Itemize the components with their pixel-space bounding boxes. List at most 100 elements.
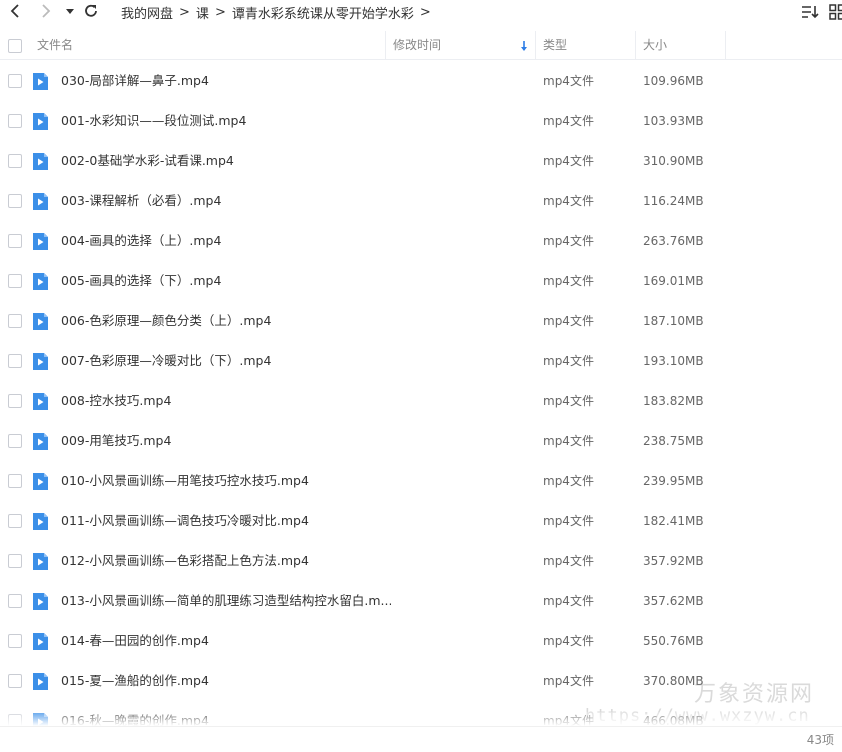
file-name[interactable]: 010-小风景画训练—用笔技巧控水技巧.mp4 [61, 461, 391, 501]
breadcrumb-item[interactable]: 我的网盘 [121, 3, 173, 22]
file-name[interactable]: 007-色彩原理—冷暖对比（下）.mp4 [61, 341, 391, 381]
row-checkbox[interactable] [8, 74, 22, 88]
sort-descending-icon[interactable] [519, 38, 529, 52]
row-checkbox[interactable] [8, 154, 22, 168]
file-size: 193.10MB [643, 341, 704, 381]
forward-arrow-icon[interactable] [36, 2, 54, 20]
status-bar: 43项 [0, 726, 842, 752]
file-name[interactable]: 012-小风景画训练—色彩搭配上色方法.mp4 [61, 541, 391, 581]
file-name[interactable]: 015-夏—渔船的创作.mp4 [61, 661, 391, 701]
column-header-modified[interactable]: 修改时间 [393, 31, 441, 59]
video-file-icon [32, 672, 49, 691]
video-file-icon [32, 512, 49, 531]
row-checkbox[interactable] [8, 474, 22, 488]
file-row[interactable]: 008-控水技巧.mp4 mp4文件 183.82MB [0, 381, 842, 421]
file-name[interactable]: 008-控水技巧.mp4 [61, 381, 391, 421]
column-header-type[interactable]: 类型 [543, 31, 567, 59]
file-size: 116.24MB [643, 181, 704, 221]
row-checkbox[interactable] [8, 114, 22, 128]
column-divider[interactable] [535, 31, 536, 59]
row-checkbox[interactable] [8, 674, 22, 688]
row-checkbox[interactable] [8, 514, 22, 528]
video-file-icon [32, 232, 49, 251]
file-type: mp4文件 [543, 381, 594, 421]
file-name[interactable]: 030-局部详解—鼻子.mp4 [61, 61, 391, 101]
video-file-icon [32, 472, 49, 491]
row-checkbox[interactable] [8, 354, 22, 368]
row-checkbox[interactable] [8, 394, 22, 408]
file-name[interactable]: 009-用笔技巧.mp4 [61, 421, 391, 461]
file-name[interactable]: 002-0基础学水彩-试看课.mp4 [61, 141, 391, 181]
file-row[interactable]: 014-春—田园的创作.mp4mp4文件550.76MB [0, 621, 842, 661]
breadcrumb-item[interactable]: 课 [196, 3, 209, 22]
row-checkbox[interactable] [8, 554, 22, 568]
file-size: 357.62MB [643, 581, 704, 621]
row-checkbox[interactable] [8, 634, 22, 648]
row-checkbox[interactable] [8, 194, 22, 208]
file-name[interactable]: 004-画具的选择（上）.mp4 [61, 221, 391, 261]
file-row[interactable]: 001-水彩知识——段位测试.mp4mp4文件103.93MB [0, 101, 842, 141]
video-file-icon [32, 152, 49, 171]
file-row[interactable]: 006-色彩原理—颜色分类（上）.mp4 mp4文件 187.10MB [0, 301, 842, 341]
file-size: 182.41MB [643, 501, 704, 541]
video-file-icon [32, 552, 49, 571]
video-file-icon [32, 432, 49, 451]
file-row[interactable]: 007-色彩原理—冷暖对比（下）.mp4 mp4文件 193.10MB [0, 341, 842, 381]
column-header-name[interactable]: 文件名 [37, 31, 73, 59]
file-size: 239.95MB [643, 461, 704, 501]
grid-view-icon[interactable] [828, 3, 842, 21]
file-name[interactable]: 001-水彩知识——段位测试.mp4 [61, 101, 391, 141]
back-arrow-icon[interactable] [7, 2, 25, 20]
file-name[interactable]: 013-小风景画训练—简单的肌理练习造型结构控水留白.m... [61, 581, 391, 621]
column-header: 文件名 修改时间 类型 大小 [0, 31, 842, 60]
column-divider[interactable] [635, 31, 636, 59]
file-name[interactable]: 006-色彩原理—颜色分类（上）.mp4 [61, 301, 391, 341]
breadcrumb: 我的网盘 > 课 > 谭青水彩系统课从零开始学水彩 > [121, 3, 437, 22]
file-row[interactable]: 004-画具的选择（上）.mp4mp4文件263.76MB [0, 221, 842, 261]
file-type: mp4文件 [543, 501, 594, 541]
file-name[interactable]: 005-画具的选择（下）.mp4 [61, 261, 391, 301]
watermark-text: 万象资源网 [694, 676, 814, 708]
row-checkbox[interactable] [8, 594, 22, 608]
file-type: mp4文件 [543, 421, 594, 461]
file-row[interactable]: 012-小风景画训练—色彩搭配上色方法.mp4mp4文件357.92MB [0, 541, 842, 581]
file-name[interactable]: 014-春—田园的创作.mp4 [61, 621, 391, 661]
select-all-checkbox[interactable] [8, 39, 22, 53]
file-row[interactable]: 003-课程解析（必看）.mp4 mp4文件 116.24MB [0, 181, 842, 221]
breadcrumb-item[interactable]: 谭青水彩系统课从零开始学水彩 [232, 3, 414, 22]
file-size: 183.82MB [643, 381, 704, 421]
file-row[interactable]: 030-局部详解—鼻子.mp4mp4文件109.96MB [0, 61, 842, 101]
file-type: mp4文件 [543, 301, 594, 341]
file-size: 238.75MB [643, 421, 704, 461]
file-type: mp4文件 [543, 261, 594, 301]
file-name[interactable]: 003-课程解析（必看）.mp4 [61, 181, 391, 221]
file-type: mp4文件 [543, 181, 594, 221]
file-row[interactable]: 002-0基础学水彩-试看课.mp4mp4文件310.90MB [0, 141, 842, 181]
row-checkbox[interactable] [8, 434, 22, 448]
file-size: 357.92MB [643, 541, 704, 581]
row-checkbox[interactable] [8, 234, 22, 248]
breadcrumb-separator-icon: > [215, 5, 226, 20]
file-row[interactable]: 005-画具的选择（下）.mp4mp4文件169.01MB [0, 261, 842, 301]
history-dropdown-icon[interactable] [63, 2, 77, 20]
file-row[interactable]: 010-小风景画训练—用笔技巧控水技巧.mp4mp4文件239.95MB [0, 461, 842, 501]
file-type: mp4文件 [543, 101, 594, 141]
file-type: mp4文件 [543, 581, 594, 621]
file-row[interactable]: 009-用笔技巧.mp4 mp4文件 238.75MB [0, 421, 842, 461]
column-header-size[interactable]: 大小 [643, 31, 667, 59]
refresh-icon[interactable] [82, 2, 100, 20]
file-size: 187.10MB [643, 301, 704, 341]
column-divider[interactable] [385, 31, 386, 59]
sort-list-icon[interactable] [801, 3, 819, 21]
file-row[interactable]: 013-小风景画训练—简单的肌理练习造型结构控水留白.m... mp4文件 357.… [0, 581, 842, 621]
file-size: 109.96MB [643, 61, 704, 101]
list-fade [0, 712, 842, 726]
file-type: mp4文件 [543, 221, 594, 261]
video-file-icon [32, 352, 49, 371]
file-name[interactable]: 011-小风景画训练—调色技巧冷暖对比.mp4 [61, 501, 391, 541]
file-row[interactable]: 011-小风景画训练—调色技巧冷暖对比.mp4 mp4文件 182.41MB [0, 501, 842, 541]
row-checkbox[interactable] [8, 314, 22, 328]
row-checkbox[interactable] [8, 274, 22, 288]
column-divider[interactable] [725, 31, 726, 59]
file-type: mp4文件 [543, 341, 594, 381]
